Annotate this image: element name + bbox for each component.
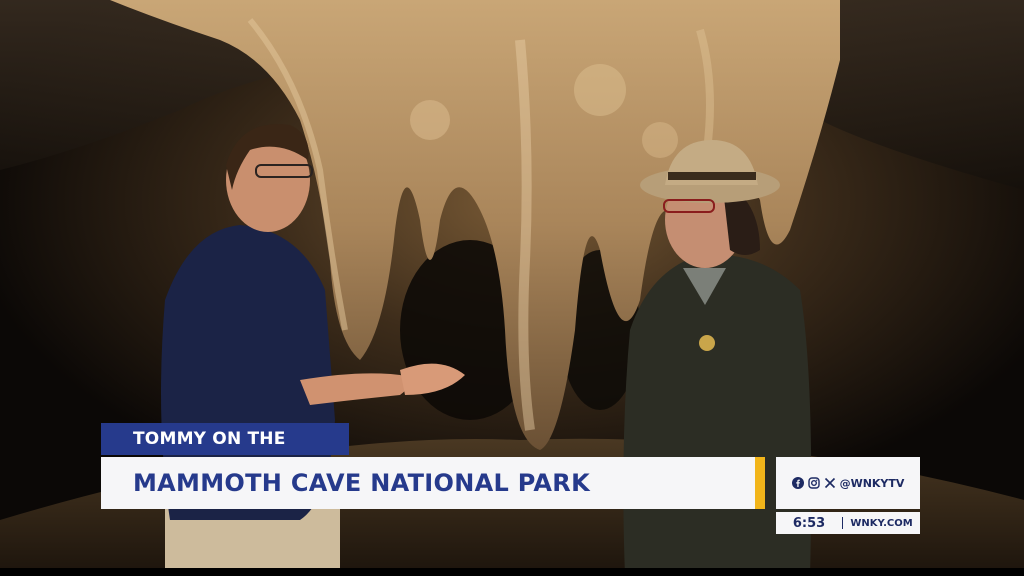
instagram-icon (807, 477, 820, 489)
station-website: WNKY.COM (850, 517, 913, 529)
headline-title: MAMMOTH CAVE NATIONAL PARK (133, 469, 590, 497)
kicker-label: TOMMY ON THE TOWN (101, 423, 349, 481)
clock-box: 6:53 WNKY.COM (776, 512, 920, 534)
x-icon (824, 477, 836, 489)
social-handle: @WNKYTV (839, 476, 905, 490)
social-handle-box: @WNKYTV (776, 457, 920, 509)
letterbox-bar (0, 568, 1024, 576)
headline-accent-stripe (755, 457, 765, 509)
facebook-icon (791, 477, 804, 489)
headline-bar: MAMMOTH CAVE NATIONAL PARK (101, 457, 765, 509)
clock-time: 6:53 (792, 515, 826, 531)
